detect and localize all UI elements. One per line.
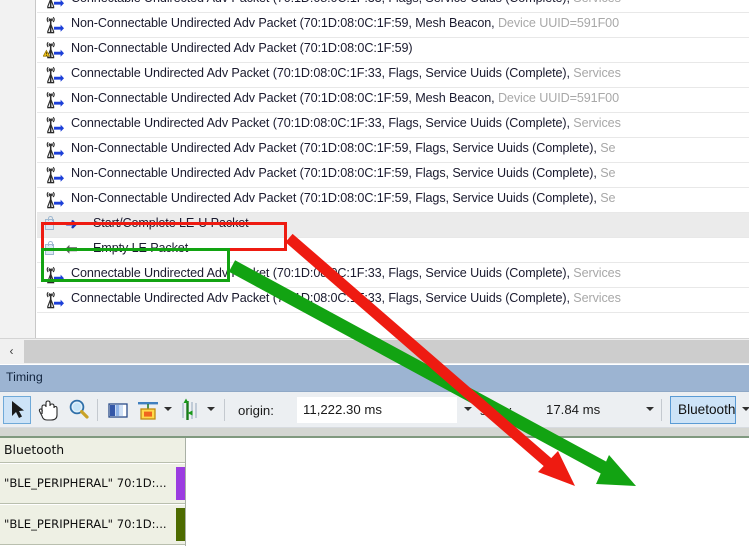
origin-label: origin: — [238, 403, 274, 418]
table-row[interactable]: Non-Connectable Undirected Adv Packet (7… — [37, 163, 749, 188]
columns-icon[interactable] — [104, 396, 132, 424]
drop-marker-icon[interactable] — [134, 396, 162, 424]
arrow-right-icon: ➜ — [65, 216, 78, 233]
protocol-combo[interactable]: Bluetooth — [670, 396, 736, 424]
timeline-ruler-strip — [0, 428, 749, 438]
timeline-lane[interactable]: "BLE_PERIPHERAL" 70:1D:... — [0, 505, 185, 545]
drop-marker-caret-icon[interactable] — [164, 407, 172, 411]
antenna-tx-icon — [43, 140, 65, 161]
lock-icon — [45, 216, 54, 230]
arrow-left-icon: ⬅ — [65, 241, 78, 258]
packet-summary-text: Connectable Undirected Adv Packet (70:1D… — [71, 291, 621, 305]
capture-window: Connectable Undirected Adv Packet (70:1D… — [0, 0, 749, 546]
timing-pane-title: Timing — [6, 370, 43, 384]
timeline-area[interactable]: Bluetooth "BLE_PERIPHERAL" 70:1D:... "BLE… — [0, 428, 749, 546]
timing-pane: Timing origin: 11,222.30 ms span: 17.84 … — [0, 365, 749, 546]
scroll-left-icon[interactable]: ‹ — [0, 339, 23, 364]
table-row[interactable]: Non-Connectable Undirected Adv Packet (7… — [37, 88, 749, 113]
measure-caret-icon[interactable] — [207, 407, 215, 411]
timeline-lane-color-swatch — [176, 467, 185, 500]
packet-summary-text: Connectable Undirected Adv Packet (70:1D… — [71, 266, 621, 280]
lock-icon — [45, 241, 54, 255]
toolbar-divider — [97, 399, 98, 421]
antenna-tx-icon — [43, 290, 65, 311]
table-row[interactable]: Connectable Undirected Adv Packet (70:1D… — [37, 113, 749, 138]
timeline-lane[interactable]: "BLE_PERIPHERAL" 70:1D:... — [0, 464, 185, 504]
protocol-value: Bluetooth — [678, 402, 736, 417]
table-row[interactable]: Connectable Undirected Adv Packet (70:1D… — [37, 263, 749, 288]
timeline-lane-labels[interactable]: Bluetooth "BLE_PERIPHERAL" 70:1D:... "BLE… — [0, 438, 186, 546]
antenna-tx-icon — [43, 15, 65, 36]
packet-list-hscrollbar[interactable]: ‹ — [0, 338, 749, 364]
measure-icon[interactable] — [176, 396, 204, 424]
timeline-lane-group-header: Bluetooth — [0, 438, 185, 463]
origin-value: 11,222.30 ms — [303, 402, 382, 417]
timeline-lane-label: "BLE_PERIPHERAL" 70:1D:... — [4, 517, 167, 531]
timeline-lane-group-label: Bluetooth — [4, 442, 65, 457]
table-row[interactable]: Non-Connectable Undirected Adv Packet (7… — [37, 38, 749, 63]
timing-pane-titlebar: Timing — [0, 365, 749, 392]
table-row[interactable]: ➜ Start/Complete LE-U Packet — [37, 213, 749, 238]
hand-icon[interactable] — [34, 396, 62, 424]
table-row[interactable]: ⬅ Empty LE Packet — [37, 238, 749, 263]
antenna-tx-icon — [43, 0, 65, 11]
packet-summary-text: Non-Connectable Undirected Adv Packet (7… — [71, 141, 616, 155]
packet-list-gutter — [0, 0, 36, 338]
table-row[interactable]: Non-Connectable Undirected Adv Packet (7… — [37, 138, 749, 163]
table-row[interactable]: Connectable Undirected Adv Packet (70:1D… — [37, 288, 749, 313]
antenna-tx-icon — [43, 90, 65, 111]
antenna-tx-warning-icon — [43, 40, 65, 61]
protocol-dropdown-caret-icon[interactable] — [742, 407, 749, 411]
packet-list-rows[interactable]: Connectable Undirected Adv Packet (70:1D… — [37, 0, 749, 338]
packet-summary-text: Connectable Undirected Adv Packet (70:1D… — [71, 116, 621, 130]
timeline-lane-label: "BLE_PERIPHERAL" 70:1D:... — [4, 476, 167, 490]
table-row[interactable]: Non-Connectable Undirected Adv Packet (7… — [37, 13, 749, 38]
packet-summary-text: Connectable Undirected Adv Packet (70:1D… — [71, 66, 621, 80]
table-row[interactable]: Non-Connectable Undirected Adv Packet (7… — [37, 188, 749, 213]
packet-summary-text: Start/Complete LE-U Packet — [93, 216, 249, 230]
origin-field[interactable]: 11,222.30 ms — [297, 397, 457, 423]
span-label: span: — [480, 403, 513, 418]
antenna-tx-icon — [43, 65, 65, 86]
timeline-lane-color-swatch — [176, 508, 185, 541]
antenna-tx-icon — [43, 165, 65, 186]
table-row[interactable]: Connectable Undirected Adv Packet (70:1D… — [37, 63, 749, 88]
packet-summary-text: Non-Connectable Undirected Adv Packet (7… — [71, 166, 616, 180]
packet-summary-text: Non-Connectable Undirected Adv Packet (7… — [71, 191, 616, 205]
packet-summary-text: Non-Connectable Undirected Adv Packet (7… — [71, 91, 619, 105]
toolbar-divider-3 — [661, 399, 662, 421]
magnifier-icon[interactable] — [65, 396, 93, 424]
timing-toolbar[interactable]: origin: 11,222.30 ms span: 17.84 ms Blue… — [0, 392, 749, 428]
table-row[interactable]: Connectable Undirected Adv Packet (70:1D… — [37, 0, 749, 13]
packet-summary-text: Non-Connectable Undirected Adv Packet (7… — [71, 16, 619, 30]
scroll-thumb[interactable] — [24, 340, 749, 363]
origin-dropdown-caret-icon[interactable] — [464, 407, 472, 411]
antenna-tx-icon — [43, 265, 65, 286]
packet-summary-text: Empty LE Packet — [93, 241, 189, 255]
span-dropdown-caret-icon[interactable] — [646, 407, 654, 411]
span-field[interactable]: 17.84 ms — [540, 397, 640, 423]
select-arrow-icon[interactable] — [3, 396, 31, 424]
span-value: 17.84 ms — [546, 402, 601, 417]
antenna-tx-icon — [43, 190, 65, 211]
packet-list-pane[interactable]: Connectable Undirected Adv Packet (70:1D… — [0, 0, 749, 338]
packet-summary-text: Non-Connectable Undirected Adv Packet (7… — [71, 41, 413, 55]
timeline-canvas[interactable] — [187, 438, 749, 546]
toolbar-divider-2 — [224, 399, 225, 421]
packet-summary-text: Connectable Undirected Adv Packet (70:1D… — [71, 0, 621, 5]
antenna-tx-icon — [43, 115, 65, 136]
